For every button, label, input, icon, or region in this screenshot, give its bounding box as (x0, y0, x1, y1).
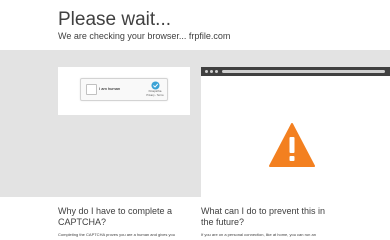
browser-dot-icon (205, 70, 208, 73)
browser-viewport (201, 76, 390, 197)
browser-title-bar (201, 67, 390, 76)
faq-answer-captcha: Completing the CAPTCHA proves you are a … (58, 232, 175, 237)
browser-illustration (201, 67, 390, 197)
faq-question-prevent: What can I do to prevent this in the fut… (201, 206, 326, 227)
browser-dot-icon (210, 70, 213, 73)
faq-question-captcha: Why do I have to complete a CAPTCHA? (58, 206, 173, 227)
captcha-privacy-terms-link[interactable]: Privacy - Terms (144, 94, 166, 97)
cloudflare-challenge-page: Please wait... We are checking your brow… (0, 0, 390, 240)
page-title: Please wait... (58, 9, 171, 30)
warning-icon (269, 123, 315, 167)
captcha-panel: I am human hCaptcha Privacy - Terms (58, 67, 190, 115)
browser-address-bar (222, 70, 385, 73)
page-subtitle: We are checking your browser... frpfile.… (58, 31, 231, 41)
captcha-checkbox-label: I am human (99, 86, 121, 91)
captcha-widget[interactable]: I am human hCaptcha Privacy - Terms (80, 78, 168, 101)
captcha-brand: hCaptcha (148, 89, 162, 93)
browser-dot-icon (215, 70, 218, 73)
faq-answer-prevent: If you are on a personal connection, lik… (201, 232, 316, 237)
captcha-checkbox[interactable] (86, 84, 97, 95)
header: Please wait... We are checking your brow… (0, 0, 390, 49)
